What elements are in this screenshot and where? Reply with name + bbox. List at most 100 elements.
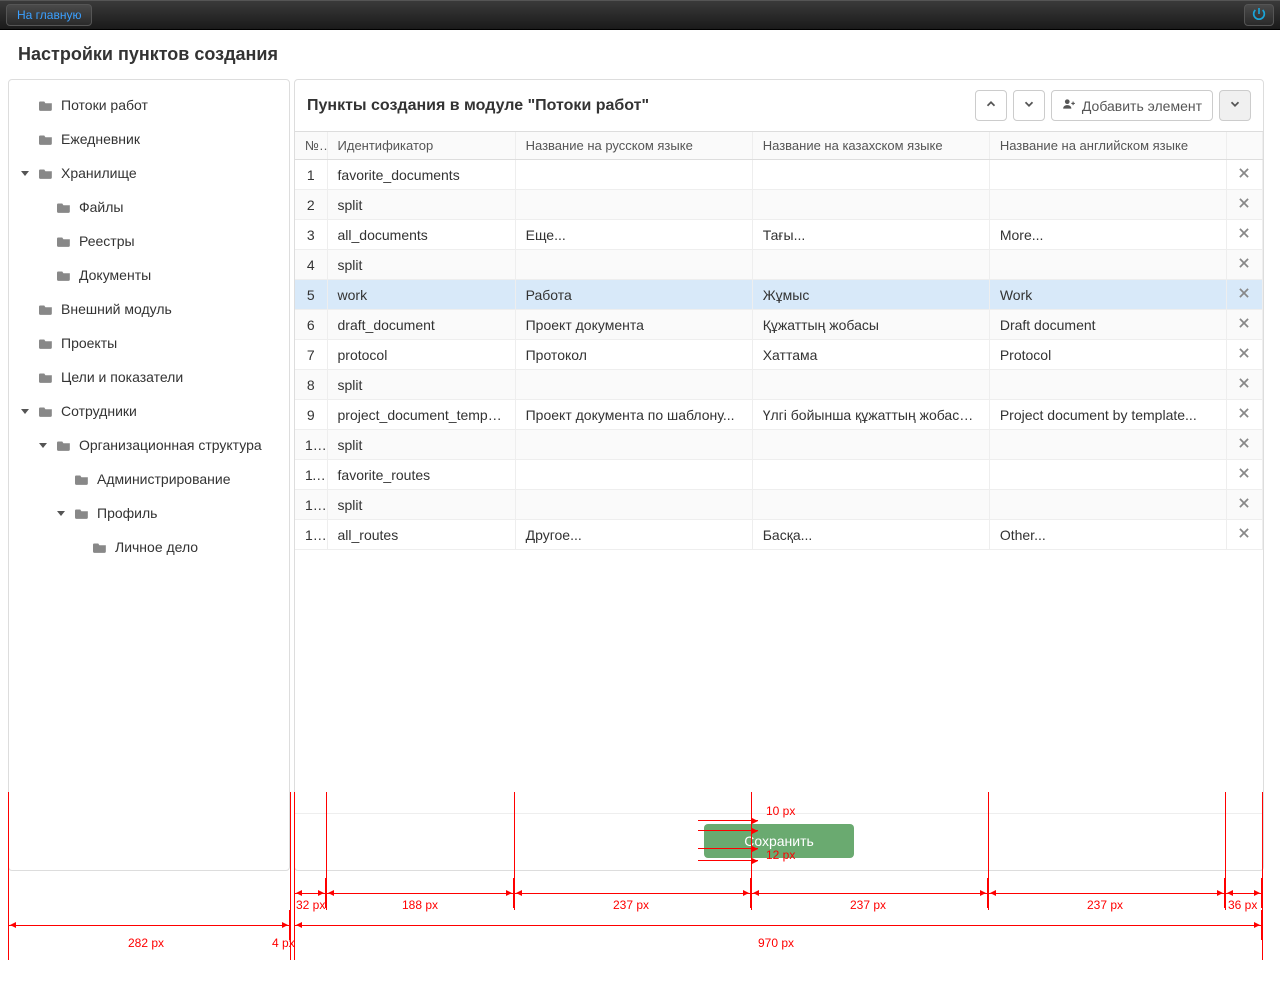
save-button[interactable]: Сохранить <box>704 824 854 858</box>
table-row[interactable]: 13all_routesДругое...Басқа...Other... <box>295 520 1263 550</box>
table-row[interactable]: 10split <box>295 430 1263 460</box>
caret-icon <box>21 171 29 176</box>
table-wrap: № Идентификатор Название на русском язык… <box>295 132 1263 813</box>
cell-num: 12 <box>295 490 327 520</box>
sidebar-item[interactable]: Профиль <box>9 496 289 530</box>
folder-icon <box>57 235 71 247</box>
col-header-kk[interactable]: Название на казахском языке <box>752 132 989 160</box>
sidebar-item[interactable]: Внешний модуль <box>9 292 289 326</box>
cell-delete <box>1226 280 1262 310</box>
header-actions: Добавить элемент <box>975 90 1251 121</box>
cell-ru: Проект документа <box>515 310 752 340</box>
power-button[interactable] <box>1244 4 1274 26</box>
col-header-num[interactable]: № <box>295 132 327 160</box>
dropdown-button[interactable] <box>1219 90 1251 121</box>
caret-icon <box>39 443 47 448</box>
close-icon <box>1237 316 1251 333</box>
table-row[interactable]: 6draft_documentПроект документаҚұжаттың … <box>295 310 1263 340</box>
delete-button[interactable] <box>1237 526 1251 543</box>
cell-ru <box>515 370 752 400</box>
cell-id: split <box>327 190 515 220</box>
cell-num: 9 <box>295 400 327 430</box>
cell-kk <box>752 430 989 460</box>
table-row[interactable]: 1favorite_documents <box>295 160 1263 190</box>
col-header-en[interactable]: Название на английском языке <box>989 132 1226 160</box>
close-icon <box>1237 406 1251 423</box>
table-row[interactable]: 9project_document_templateПроект докумен… <box>295 400 1263 430</box>
items-table: № Идентификатор Название на русском язык… <box>295 132 1263 550</box>
cell-id: project_document_template <box>327 400 515 430</box>
topbar: На главную <box>0 0 1280 30</box>
table-row[interactable]: 8split <box>295 370 1263 400</box>
cell-en <box>989 160 1226 190</box>
table-row[interactable]: 4split <box>295 250 1263 280</box>
table-row[interactable]: 5workРаботаЖұмысWork <box>295 280 1263 310</box>
sidebar-item[interactable]: Проекты <box>9 326 289 360</box>
sidebar-item[interactable]: Документы <box>9 258 289 292</box>
col-header-id[interactable]: Идентификатор <box>327 132 515 160</box>
cell-delete <box>1226 520 1262 550</box>
cell-delete <box>1226 340 1262 370</box>
cell-ru <box>515 190 752 220</box>
sidebar-item[interactable]: Сотрудники <box>9 394 289 428</box>
cell-delete <box>1226 220 1262 250</box>
delete-button[interactable] <box>1237 226 1251 243</box>
sidebar-item-label: Ежедневник <box>61 131 140 147</box>
cell-delete <box>1226 490 1262 520</box>
cell-en <box>989 250 1226 280</box>
delete-button[interactable] <box>1237 376 1251 393</box>
table-row[interactable]: 3all_documentsЕще...Тағы...More... <box>295 220 1263 250</box>
cell-ru: Другое... <box>515 520 752 550</box>
sidebar-item[interactable]: Организационная структура <box>9 428 289 462</box>
cell-id: split <box>327 370 515 400</box>
cell-id: split <box>327 250 515 280</box>
table-row[interactable]: 7protocolПротоколХаттамаProtocol <box>295 340 1263 370</box>
delete-button[interactable] <box>1237 286 1251 303</box>
move-up-button[interactable] <box>975 90 1007 121</box>
home-link[interactable]: На главную <box>6 4 92 26</box>
folder-icon <box>39 303 53 315</box>
table-row[interactable]: 12split <box>295 490 1263 520</box>
col-header-ru[interactable]: Название на русском языке <box>515 132 752 160</box>
close-icon <box>1237 346 1251 363</box>
delete-button[interactable] <box>1237 436 1251 453</box>
cell-en: Protocol <box>989 340 1226 370</box>
delete-button[interactable] <box>1237 466 1251 483</box>
footer: Сохранить <box>295 813 1263 870</box>
delete-button[interactable] <box>1237 406 1251 423</box>
sidebar-item[interactable]: Личное дело <box>9 530 289 564</box>
delete-button[interactable] <box>1237 166 1251 183</box>
delete-button[interactable] <box>1237 196 1251 213</box>
cell-delete <box>1226 400 1262 430</box>
cell-kk <box>752 370 989 400</box>
delete-button[interactable] <box>1237 256 1251 273</box>
add-element-button[interactable]: Добавить элемент <box>1051 90 1213 121</box>
sidebar-item-label: Организационная структура <box>79 437 262 453</box>
move-down-button[interactable] <box>1013 90 1045 121</box>
page-title: Настройки пунктов создания <box>0 30 1280 79</box>
table-row[interactable]: 11favorite_routes <box>295 460 1263 490</box>
sidebar-item[interactable]: Цели и показатели <box>9 360 289 394</box>
cell-kk: Хаттама <box>752 340 989 370</box>
table-row[interactable]: 2split <box>295 190 1263 220</box>
cell-ru: Еще... <box>515 220 752 250</box>
folder-icon <box>39 167 53 179</box>
cell-delete <box>1226 160 1262 190</box>
folder-icon <box>39 99 53 111</box>
delete-button[interactable] <box>1237 346 1251 363</box>
delete-button[interactable] <box>1237 496 1251 513</box>
sidebar-item-label: Хранилище <box>61 165 137 181</box>
cell-kk <box>752 250 989 280</box>
sidebar-item[interactable]: Ежедневник <box>9 122 289 156</box>
main-header: Пункты создания в модуле "Потоки работ" <box>295 80 1263 132</box>
sidebar-item[interactable]: Администрирование <box>9 462 289 496</box>
folder-icon <box>93 541 107 553</box>
sidebar-item[interactable]: Потоки работ <box>9 88 289 122</box>
sidebar-item[interactable]: Хранилище <box>9 156 289 190</box>
delete-button[interactable] <box>1237 316 1251 333</box>
cell-num: 3 <box>295 220 327 250</box>
cell-delete <box>1226 460 1262 490</box>
cell-kk: Тағы... <box>752 220 989 250</box>
sidebar-item[interactable]: Реестры <box>9 224 289 258</box>
sidebar-item[interactable]: Файлы <box>9 190 289 224</box>
